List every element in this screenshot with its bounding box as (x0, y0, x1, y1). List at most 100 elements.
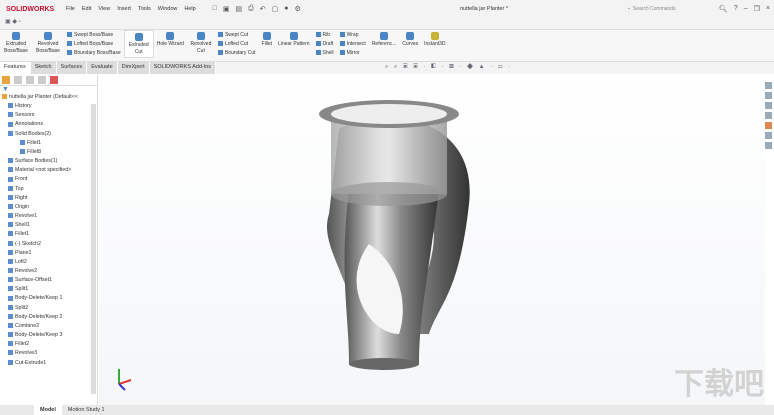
tab-scroll-arrows[interactable] (0, 405, 34, 415)
restore-icon[interactable]: ❐ (754, 5, 760, 13)
menu-insert[interactable]: Insert (117, 6, 131, 12)
lofted-cut-button[interactable]: Lofted Cut (218, 41, 256, 47)
tree-item[interactable]: Right (2, 194, 97, 203)
tree-item[interactable]: Surface-Offset1 (2, 276, 97, 285)
revolved-cut-button[interactable]: Revolved Cut (187, 30, 215, 56)
options-icon[interactable]: ⚙ (295, 5, 301, 13)
tree-item[interactable]: Cut-Extrude1 (2, 359, 97, 368)
tree-item[interactable]: Loft2 (2, 258, 97, 267)
save-icon[interactable]: ▤ (236, 5, 243, 13)
print-icon[interactable]: ⎙ (248, 5, 254, 13)
tree-item[interactable]: Shell1 (2, 221, 97, 230)
swept-cut-button[interactable]: Swept Cut (218, 32, 256, 38)
tree-item[interactable]: nuttella jar Planter (Default<< (2, 93, 97, 102)
feature-manager-tab-icon[interactable] (2, 76, 10, 84)
feature-icon (8, 130, 13, 136)
camera-icon[interactable]: ▣ ◆ ▫ (5, 19, 21, 25)
select-icon[interactable]: ▢ (272, 5, 279, 13)
instant3d-button[interactable]: Instant3D (421, 30, 448, 50)
new-icon[interactable]: □ (213, 5, 217, 13)
tree-item[interactable]: Fillet1 (2, 139, 97, 148)
configuration-manager-tab-icon[interactable] (26, 76, 34, 84)
tree-item[interactable]: Body-Delete/Keep 2 (2, 313, 97, 322)
tree-scrollbar[interactable] (91, 104, 96, 394)
tree-item[interactable]: Body-Delete/Keep 3 (2, 331, 97, 340)
rib-button[interactable]: Rib (316, 32, 334, 38)
tree-item[interactable]: Material <not specified> (2, 166, 97, 175)
tree-item[interactable]: Fillet8 (2, 148, 97, 157)
tree-item[interactable]: Annotations (2, 120, 97, 129)
file-explorer-icon[interactable] (765, 102, 772, 109)
menu-window[interactable]: Window (158, 6, 178, 12)
close-icon[interactable]: × (766, 5, 770, 13)
view-palette-icon[interactable] (765, 112, 772, 119)
appearances-icon[interactable] (765, 122, 772, 129)
open-icon[interactable]: ▣ (223, 5, 230, 13)
extruded-boss-button[interactable]: Extruded Boss/Base (0, 30, 32, 56)
tree-item[interactable]: Plane1 (2, 249, 97, 258)
shell-button[interactable]: Shell (316, 50, 334, 56)
tree-item[interactable]: Revolve3 (2, 349, 97, 358)
tree-item[interactable]: Split2 (2, 304, 97, 313)
boundary-cut-button[interactable]: Boundary Cut (218, 50, 256, 56)
graphics-area[interactable] (99, 74, 765, 405)
tab-surfaces[interactable]: Surfaces (56, 62, 88, 74)
display-manager-tab-icon[interactable] (50, 76, 58, 84)
boundary-boss-button[interactable]: Boundary Boss/Base (67, 50, 121, 56)
tree-item[interactable]: Body-Delete/Keep 1 (2, 294, 97, 303)
curves-button[interactable]: Curves (399, 30, 421, 50)
heads-up-view-toolbar[interactable]: ⌕ ⌕ ▣ ▣ · ◧ · ▩ · ◆ ▲ · ▭ · (385, 64, 512, 71)
extruded-cut-button[interactable]: Extruded Cut (123, 30, 154, 58)
tree-item[interactable]: Combine2 (2, 322, 97, 331)
menu-edit[interactable]: Edit (82, 6, 91, 12)
reference-geometry-button[interactable]: Referenc... (369, 30, 399, 50)
tree-item[interactable]: History (2, 102, 97, 111)
linear-pattern-button[interactable]: Linear Pattern (275, 30, 312, 50)
tab-features[interactable]: Features (0, 62, 31, 74)
resources-icon[interactable] (765, 82, 772, 89)
property-manager-tab-icon[interactable] (14, 76, 22, 84)
filter-icon[interactable]: ▼ (0, 86, 97, 93)
intersect-button[interactable]: Intersect (340, 41, 366, 47)
search-commands[interactable]: ▪ Search Commands (628, 4, 700, 14)
hole-wizard-button[interactable]: Hole Wizard (154, 30, 187, 50)
tab-motion-study[interactable]: Motion Study 1 (62, 405, 111, 415)
tree-item[interactable]: Origin (2, 203, 97, 212)
tree-item[interactable]: Sensors (2, 111, 97, 120)
tree-item[interactable]: Fillet1 (2, 230, 97, 239)
menu-file[interactable]: File (66, 6, 75, 12)
rebuild-icon[interactable]: ● (284, 5, 288, 13)
tab-model[interactable]: Model (34, 405, 62, 415)
tree-item[interactable]: Revolve2 (2, 267, 97, 276)
tree-item[interactable]: Solid Bodies(2) (2, 130, 97, 139)
minimize-icon[interactable]: – (744, 5, 748, 13)
tab-dimxpert[interactable]: DimXpert (117, 62, 150, 74)
tree-item[interactable]: Surface Bodies(1) (2, 157, 97, 166)
tab-addins[interactable]: SOLIDWORKS Add-Ins (149, 62, 217, 74)
tree-item[interactable]: Top (2, 185, 97, 194)
tab-sketch[interactable]: Sketch (30, 62, 57, 74)
tree-item[interactable]: Front (2, 175, 97, 184)
menu-help[interactable]: Help (184, 6, 195, 12)
wrap-button[interactable]: Wrap (340, 32, 366, 38)
tree-item[interactable]: Fillet2 (2, 340, 97, 349)
help-icon[interactable]: ? (734, 5, 738, 13)
draft-button[interactable]: Draft (316, 41, 334, 47)
undo-icon[interactable]: ↶ (260, 5, 266, 13)
forum-icon[interactable] (765, 142, 772, 149)
lofted-boss-button[interactable]: Lofted Boss/Base (67, 41, 121, 47)
tree-item[interactable]: (-) Sketch2 (2, 240, 97, 249)
tree-item[interactable]: Revolve1 (2, 212, 97, 221)
dimxpert-tab-icon[interactable] (38, 76, 46, 84)
custom-properties-icon[interactable] (765, 132, 772, 139)
fillet-button[interactable]: Fillet (259, 30, 276, 50)
design-library-icon[interactable] (765, 92, 772, 99)
tree-item[interactable]: Split1 (2, 285, 97, 294)
menu-tools[interactable]: Tools (138, 6, 151, 12)
menu-view[interactable]: View (98, 6, 110, 12)
revolved-boss-button[interactable]: Revolved Boss/Base (32, 30, 64, 56)
mirror-button[interactable]: Mirror (340, 50, 366, 56)
tab-evaluate[interactable]: Evaluate (87, 62, 118, 74)
swept-boss-button[interactable]: Swept Boss/Base (67, 32, 121, 38)
search-dropdown-icon[interactable]: 🔍︎ (719, 5, 728, 13)
